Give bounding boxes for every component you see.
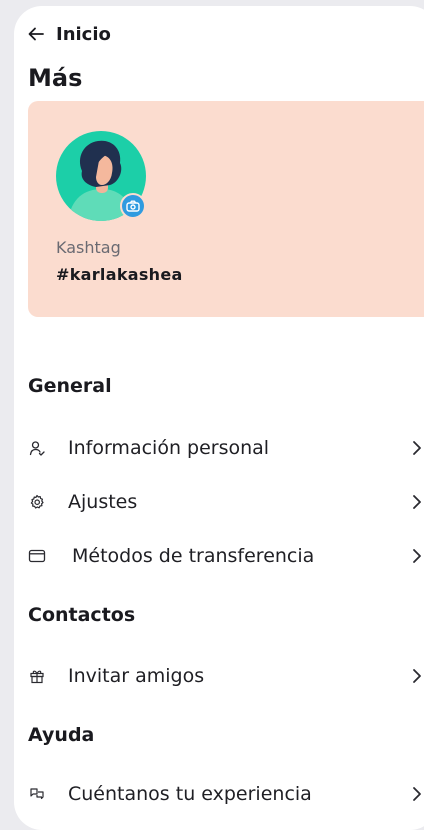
wallet-icon xyxy=(28,547,46,565)
menu-item-personal-info[interactable]: Información personal xyxy=(28,430,424,466)
gear-icon xyxy=(28,493,46,511)
camera-icon[interactable] xyxy=(120,193,146,219)
section-title-general: General xyxy=(28,375,112,397)
user-icon xyxy=(28,439,46,457)
menu-item-feedback[interactable]: Cuéntanos tu experiencia xyxy=(28,776,424,812)
menu-item-settings[interactable]: Ajustes xyxy=(28,484,424,520)
arrow-left-icon xyxy=(28,27,44,41)
back-button[interactable]: Inicio xyxy=(28,20,111,48)
menu-item-transfer-methods[interactable]: Métodos de transferencia xyxy=(28,538,424,574)
chevron-right-icon xyxy=(410,439,424,457)
menu-item-invite-friends[interactable]: Invitar amigos xyxy=(28,658,424,694)
back-label: Inicio xyxy=(56,23,111,45)
menu-item-label: Métodos de transferencia xyxy=(72,545,315,567)
section-title-contactos: Contactos xyxy=(28,604,136,626)
chevron-right-icon xyxy=(410,547,424,565)
menu-item-label: Ajustes xyxy=(68,491,138,513)
gift-icon xyxy=(28,667,46,685)
avatar-button[interactable] xyxy=(56,131,152,227)
kashtag-label: Kashtag xyxy=(56,238,121,257)
chat-icon xyxy=(28,785,46,803)
profile-card: Kashtag #karlakashea xyxy=(28,101,424,317)
section-title-ayuda: Ayuda xyxy=(28,724,95,746)
page-title: Más xyxy=(28,64,83,92)
chevron-right-icon xyxy=(410,667,424,685)
menu-item-label: Información personal xyxy=(68,437,270,459)
chevron-right-icon xyxy=(410,493,424,511)
kashtag-value: #karlakashea xyxy=(56,265,183,284)
chevron-right-icon xyxy=(410,785,424,803)
menu-item-label: Invitar amigos xyxy=(68,665,205,687)
more-screen: Inicio Más Kashtag #karlakashea General … xyxy=(14,6,424,830)
menu-item-label: Cuéntanos tu experiencia xyxy=(68,783,312,805)
